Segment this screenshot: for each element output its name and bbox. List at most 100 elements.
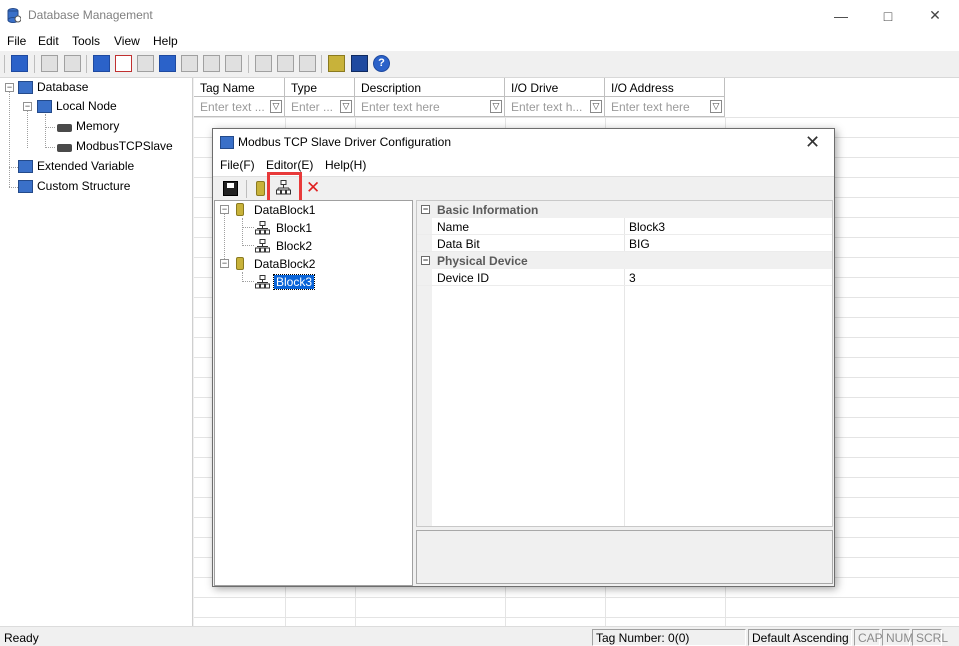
- tree-line: [9, 91, 10, 187]
- toolbar-separator: [4, 55, 5, 73]
- paste-icon[interactable]: [64, 55, 81, 72]
- filter-description[interactable]: Enter text here ▽: [355, 97, 505, 117]
- minimize-button[interactable]: —: [818, 0, 864, 31]
- maximize-button[interactable]: □: [865, 0, 911, 31]
- extended-variable-icon: [18, 159, 33, 173]
- move-down-icon[interactable]: [225, 55, 242, 72]
- expand-datablock1-toggle[interactable]: −: [220, 205, 229, 214]
- insert-icon[interactable]: [159, 55, 176, 72]
- filter-placeholder: Enter ...: [291, 100, 334, 114]
- save-icon[interactable]: [11, 55, 28, 72]
- database-tree: − Database − Local Node Memory ModbusTCP…: [0, 78, 193, 626]
- tree-item-modbus-tcp-slave[interactable]: ModbusTCPSlave: [57, 137, 173, 155]
- filter-icon[interactable]: ▽: [710, 100, 722, 113]
- add-tag-icon[interactable]: [93, 55, 110, 72]
- property-value[interactable]: BIG: [629, 237, 650, 251]
- tree-item-database[interactable]: Database: [18, 78, 88, 96]
- filter-type[interactable]: Enter ... ▽: [285, 97, 355, 117]
- import-icon[interactable]: [255, 55, 272, 72]
- category-label: Basic Information: [437, 203, 539, 217]
- dialog-close-button[interactable]: ✕: [805, 132, 820, 153]
- toolbar-separator: [321, 55, 322, 73]
- menu-view[interactable]: View: [114, 34, 140, 48]
- edit-tag-icon[interactable]: [181, 55, 198, 72]
- status-tag-number: Tag Number: 0(0): [592, 629, 746, 646]
- property-value[interactable]: Block3: [629, 220, 665, 234]
- duplicate-icon[interactable]: [137, 55, 154, 72]
- tree-item-local-node[interactable]: Local Node: [37, 97, 117, 115]
- block-icon: [255, 220, 271, 235]
- collapse-icon[interactable]: −: [421, 256, 430, 265]
- add-data-block-icon[interactable]: [256, 181, 265, 196]
- filter-icon[interactable]: ▽: [590, 100, 602, 113]
- menu-help[interactable]: Help: [153, 34, 178, 48]
- tree-line: [242, 281, 254, 282]
- filter-io-drive[interactable]: Enter text h... ▽: [505, 97, 605, 117]
- status-num: NUM: [882, 629, 913, 646]
- tree-item-datablock1[interactable]: DataBlock1: [233, 201, 317, 218]
- status-bar: Ready Tag Number: 0(0) Default Ascending…: [0, 626, 959, 646]
- category-basic-information[interactable]: − Basic Information: [417, 201, 832, 218]
- tree-item-memory[interactable]: Memory: [57, 117, 119, 135]
- property-row-device-id[interactable]: Device ID 3: [417, 269, 832, 286]
- tree-label: DataBlock2: [254, 256, 316, 271]
- toolbar-separator: [86, 55, 87, 73]
- help-icon[interactable]: ?: [373, 55, 390, 72]
- column-header-io-drive[interactable]: I/O Drive: [505, 78, 605, 97]
- filter-icon[interactable]: [351, 55, 368, 72]
- dialog-menu-help[interactable]: Help(H): [325, 158, 366, 172]
- title-bar: Database Management — □ ✕: [0, 0, 959, 31]
- column-header-io-address[interactable]: I/O Address: [605, 78, 725, 97]
- expand-datablock2-toggle[interactable]: −: [220, 259, 229, 268]
- column-header-tag-name[interactable]: Tag Name: [194, 78, 285, 97]
- tree-label: Database: [37, 80, 89, 94]
- tree-item-block2[interactable]: Block2: [255, 237, 314, 254]
- property-row-data-bit[interactable]: Data Bit BIG: [417, 235, 832, 252]
- collapse-icon[interactable]: −: [421, 205, 430, 214]
- delete-tag-icon[interactable]: [115, 55, 132, 72]
- filter-io-address[interactable]: Enter text here ▽: [605, 97, 725, 117]
- tree-item-block3[interactable]: Block3: [255, 273, 316, 290]
- category-label: Physical Device: [437, 254, 528, 268]
- dialog-menu-editor[interactable]: Editor(E): [266, 158, 313, 172]
- refresh-icon[interactable]: [277, 55, 294, 72]
- expand-database-toggle[interactable]: −: [5, 83, 14, 92]
- filter-tag-name[interactable]: Enter text ... ▽: [194, 97, 285, 117]
- window-title: Database Management: [28, 8, 153, 22]
- save-icon[interactable]: [223, 181, 238, 196]
- move-up-icon[interactable]: [203, 55, 220, 72]
- property-grid: − Basic Information Name Block3 Data Bit…: [416, 200, 833, 527]
- tree-label: ModbusTCPSlave: [76, 139, 173, 153]
- expand-local-node-toggle[interactable]: −: [23, 102, 32, 111]
- category-physical-device[interactable]: − Physical Device: [417, 252, 832, 269]
- filter-placeholder: Enter text here: [361, 100, 440, 114]
- property-row-name[interactable]: Name Block3: [417, 218, 832, 235]
- property-key: Data Bit: [437, 237, 480, 251]
- property-key: Name: [437, 220, 470, 234]
- menu-bar: File Edit Tools View Help: [0, 31, 959, 51]
- close-button[interactable]: ✕: [912, 0, 958, 31]
- column-header-type[interactable]: Type: [285, 78, 355, 97]
- history-icon[interactable]: [299, 55, 316, 72]
- status-scrl: SCRL: [912, 629, 948, 646]
- block-icon: [255, 274, 271, 289]
- tree-item-datablock2[interactable]: DataBlock2: [233, 255, 317, 272]
- menu-edit[interactable]: Edit: [38, 34, 59, 48]
- dialog-title: Modbus TCP Slave Driver Configuration: [238, 135, 451, 149]
- column-header-description[interactable]: Description: [355, 78, 505, 97]
- property-value[interactable]: 3: [629, 271, 636, 285]
- menu-file[interactable]: File: [7, 34, 26, 48]
- copy-icon[interactable]: [41, 55, 58, 72]
- dialog-menu-file[interactable]: File(F): [220, 158, 255, 172]
- filter-icon[interactable]: ▽: [270, 100, 282, 113]
- tree-item-block1[interactable]: Block1: [255, 219, 314, 236]
- menu-tools[interactable]: Tools: [72, 34, 100, 48]
- tree-item-extended-variable[interactable]: Extended Variable: [18, 157, 134, 175]
- tree-label: Block1: [276, 220, 313, 235]
- tree-label: Block2: [276, 238, 313, 253]
- binoculars-icon[interactable]: [328, 55, 345, 72]
- filter-icon[interactable]: ▽: [490, 100, 502, 113]
- tree-item-custom-structure[interactable]: Custom Structure: [18, 177, 130, 195]
- filter-icon[interactable]: ▽: [340, 100, 352, 113]
- delete-icon[interactable]: ✕: [306, 178, 320, 198]
